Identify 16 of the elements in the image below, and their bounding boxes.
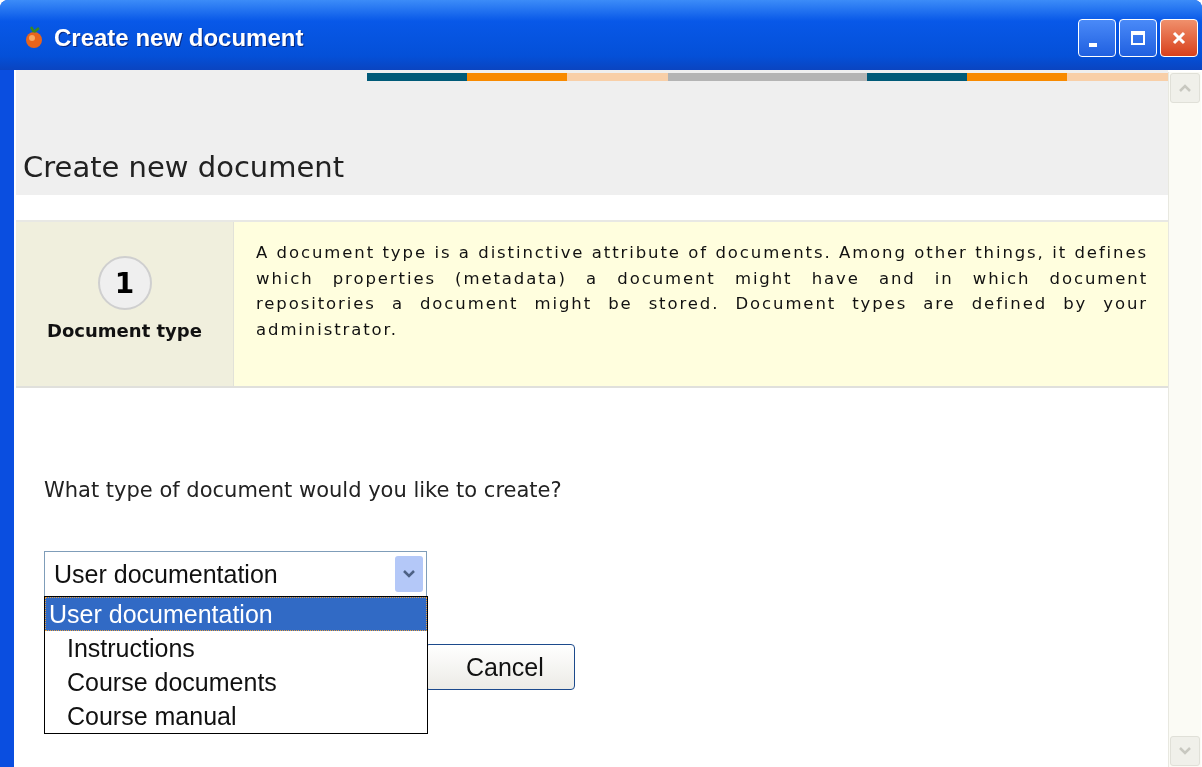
dropdown-option[interactable]: Instructions [45,631,427,665]
maximize-icon [1128,28,1148,48]
minimize-button[interactable] [1078,19,1116,57]
window-title: Create new document [54,24,305,52]
maximize-button[interactable] [1119,19,1157,57]
cancel-button[interactable]: Cancel [425,644,575,690]
dropdown-option[interactable]: Course documents [45,665,427,699]
minimize-icon [1089,43,1097,47]
dropdown-option[interactable]: User documentation [45,597,427,631]
dropdown-option[interactable]: Course manual [45,699,427,733]
page-heading: Create new document [23,150,346,184]
close-button[interactable] [1160,19,1198,57]
step-label: Document type [47,320,202,341]
step-number: 1 [97,256,152,310]
question-text: What type of document would you like to create? [44,478,563,502]
step-description: A document type is a distinctive attribute of documents. Among other things, it defines which properties (metadata) a document might have and in which document repositories a document might be stored. Document types are defined by your administrator. [256,242,1148,341]
